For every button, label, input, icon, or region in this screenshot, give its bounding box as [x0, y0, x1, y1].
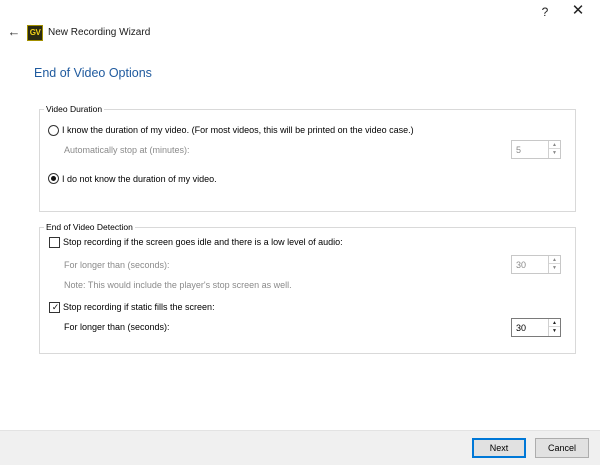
- idle-note: Note: This would include the player's st…: [64, 280, 292, 290]
- spin-up-icon[interactable]: ▲: [549, 141, 560, 149]
- static-label[interactable]: Stop recording if static fills the scree…: [63, 302, 215, 313]
- video-duration-group-label: Video Duration: [44, 104, 105, 114]
- duration-known-radio[interactable]: [48, 125, 59, 136]
- spin-down-icon[interactable]: ▼: [549, 264, 560, 272]
- cancel-button[interactable]: Cancel: [535, 438, 589, 458]
- static-checkbox[interactable]: ✓: [49, 302, 60, 313]
- help-button[interactable]: ?: [536, 4, 554, 20]
- duration-unknown-label[interactable]: I do not know the duration of my video.: [62, 174, 217, 185]
- auto-stop-minutes-value: 5: [516, 145, 522, 155]
- static-duration-value: 30: [516, 323, 527, 333]
- auto-stop-label: Automatically stop at (minutes):: [64, 145, 190, 155]
- next-button[interactable]: Next: [472, 438, 526, 458]
- checkmark-icon: ✓: [51, 302, 60, 312]
- idle-audio-checkbox[interactable]: [49, 237, 60, 248]
- page-title: End of Video Options: [34, 66, 152, 80]
- end-detection-group-label: End of Video Detection: [44, 222, 135, 232]
- idle-duration-label: For longer than (seconds):: [64, 260, 170, 270]
- spinner-buttons: ▲ ▼: [548, 141, 560, 158]
- idle-duration-value: 30: [516, 260, 527, 270]
- auto-stop-minutes-spinner[interactable]: 5 ▲ ▼: [511, 140, 561, 159]
- app-logo: GV: [27, 25, 43, 41]
- spin-down-icon[interactable]: ▼: [549, 327, 560, 335]
- idle-audio-label[interactable]: Stop recording if the screen goes idle a…: [63, 237, 343, 248]
- spin-up-icon[interactable]: ▲: [549, 319, 560, 327]
- window-title: New Recording Wizard: [48, 27, 151, 38]
- duration-known-label[interactable]: I know the duration of my video. (For mo…: [62, 125, 414, 136]
- duration-unknown-radio[interactable]: [48, 173, 59, 184]
- spin-up-icon[interactable]: ▲: [549, 256, 560, 264]
- spinner-buttons: ▲ ▼: [548, 256, 560, 273]
- static-duration-spinner[interactable]: 30 ▲ ▼: [511, 318, 561, 337]
- close-button[interactable]: ✕: [568, 2, 588, 20]
- static-duration-label: For longer than (seconds):: [64, 322, 170, 332]
- back-arrow-icon[interactable]: ←: [6, 24, 22, 40]
- spin-down-icon[interactable]: ▼: [549, 149, 560, 157]
- idle-duration-spinner[interactable]: 30 ▲ ▼: [511, 255, 561, 274]
- spinner-buttons: ▲ ▼: [548, 319, 560, 336]
